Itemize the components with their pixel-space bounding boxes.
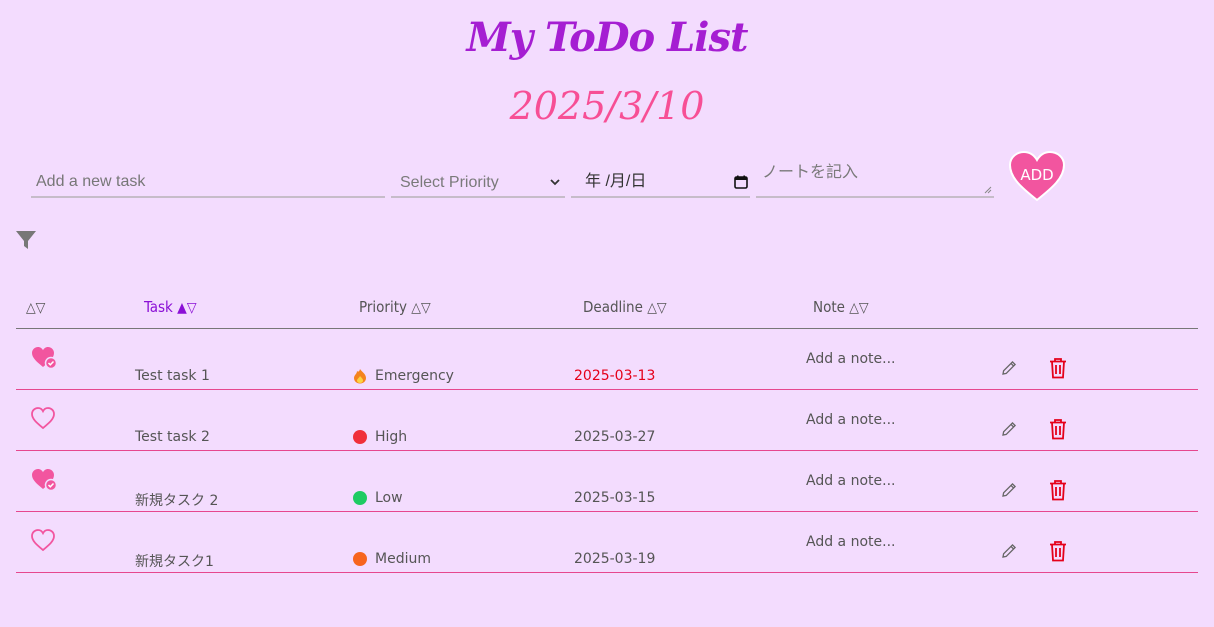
pencil-icon[interactable] (1000, 542, 1018, 560)
priority-label: High (375, 429, 408, 445)
priority-cell: High (353, 429, 407, 445)
note-placeholder: ノートを記入 (762, 164, 859, 181)
trash-icon[interactable] (1048, 418, 1068, 440)
todo-app: My ToDo List 2025/3/10 Select Priority 年… (0, 0, 1214, 627)
column-task-label: Task (144, 298, 173, 316)
favorite-checked-icon[interactable] (31, 346, 57, 370)
trash-icon[interactable] (1048, 357, 1068, 379)
note-text[interactable]: Add a note... (806, 534, 895, 550)
resize-grip-icon[interactable] (984, 186, 992, 194)
calendar-icon[interactable] (734, 175, 748, 189)
pencil-icon[interactable] (1000, 481, 1018, 499)
sort-asc-active-icon: ▲▽ (177, 300, 197, 316)
column-deadline-header[interactable]: Deadline △▽ (583, 298, 667, 316)
sort-arrows-icon: △▽ (411, 300, 431, 316)
pencil-icon[interactable] (1000, 420, 1018, 438)
current-date: 2025/3/10 (509, 84, 705, 128)
favorite-checked-icon[interactable] (31, 468, 57, 492)
deadline-date: 2025-03-27 (574, 429, 656, 445)
add-button-label: ADD (1020, 166, 1053, 184)
task-name: Test task 2 (135, 429, 210, 445)
task-name: 新規タスク1 (135, 554, 214, 570)
priority-label: Emergency (375, 368, 454, 384)
priority-dot-icon (353, 552, 367, 566)
add-task-button[interactable]: ADD (1008, 150, 1066, 202)
priority-dot-icon (353, 430, 367, 444)
column-priority-label: Priority (359, 298, 407, 316)
trash-icon[interactable] (1048, 540, 1068, 562)
task-name: 新規タスク 2 (135, 493, 219, 509)
task-name: Test task 1 (135, 368, 210, 384)
page-title: My ToDo List (466, 14, 749, 61)
priority-select[interactable]: Select Priority (391, 160, 565, 198)
sort-arrows-icon: △▽ (647, 300, 667, 316)
note-text[interactable]: Add a note... (806, 473, 895, 489)
date-placeholder: 年 /月/日 (585, 173, 647, 190)
table-header: △▽ Task ▲▽ Priority △▽ Deadline △▽ Note … (16, 294, 1198, 329)
table-row: Test task 1 Emergency 2025-03-13 Add a n… (16, 328, 1198, 390)
favorite-outline-icon[interactable] (31, 407, 57, 431)
fire-icon (354, 369, 366, 384)
table-row: 新規タスク 2 Low 2025-03-15 Add a note... (16, 450, 1198, 512)
sort-arrows-icon: △▽ (26, 300, 46, 316)
priority-label: Low (375, 490, 403, 506)
chevron-down-icon (550, 179, 560, 186)
pencil-icon[interactable] (1000, 359, 1018, 377)
column-priority-header[interactable]: Priority △▽ (359, 298, 431, 316)
deadline-date-input[interactable]: 年 /月/日 (571, 160, 750, 198)
deadline-date: 2025-03-19 (574, 551, 656, 567)
sort-favorite[interactable]: △▽ (26, 298, 45, 316)
column-note-header[interactable]: Note △▽ (813, 298, 869, 316)
deadline-date: 2025-03-13 (574, 368, 656, 384)
new-task-input[interactable] (31, 160, 385, 198)
priority-select-value: Select Priority (400, 174, 499, 191)
note-textarea[interactable]: ノートを記入 (756, 154, 994, 198)
heart-add-icon: ADD (1008, 150, 1066, 202)
deadline-date: 2025-03-15 (574, 490, 656, 506)
filter-icon[interactable] (15, 229, 37, 251)
priority-cell: Medium (353, 551, 431, 567)
trash-icon[interactable] (1048, 479, 1068, 501)
column-deadline-label: Deadline (583, 298, 643, 316)
favorite-outline-icon[interactable] (31, 529, 57, 553)
note-text[interactable]: Add a note... (806, 412, 895, 428)
table-row: Test task 2 High 2025-03-27 Add a note..… (16, 389, 1198, 451)
note-text[interactable]: Add a note... (806, 351, 895, 367)
table-row: 新規タスク1 Medium 2025-03-19 Add a note... (16, 511, 1198, 573)
column-task-header[interactable]: Task ▲▽ (144, 298, 197, 316)
priority-cell: Emergency (353, 368, 454, 384)
priority-cell: Low (353, 490, 403, 506)
column-note-label: Note (813, 298, 845, 316)
priority-dot-icon (353, 491, 367, 505)
priority-label: Medium (375, 551, 431, 567)
sort-arrows-icon: △▽ (849, 300, 869, 316)
